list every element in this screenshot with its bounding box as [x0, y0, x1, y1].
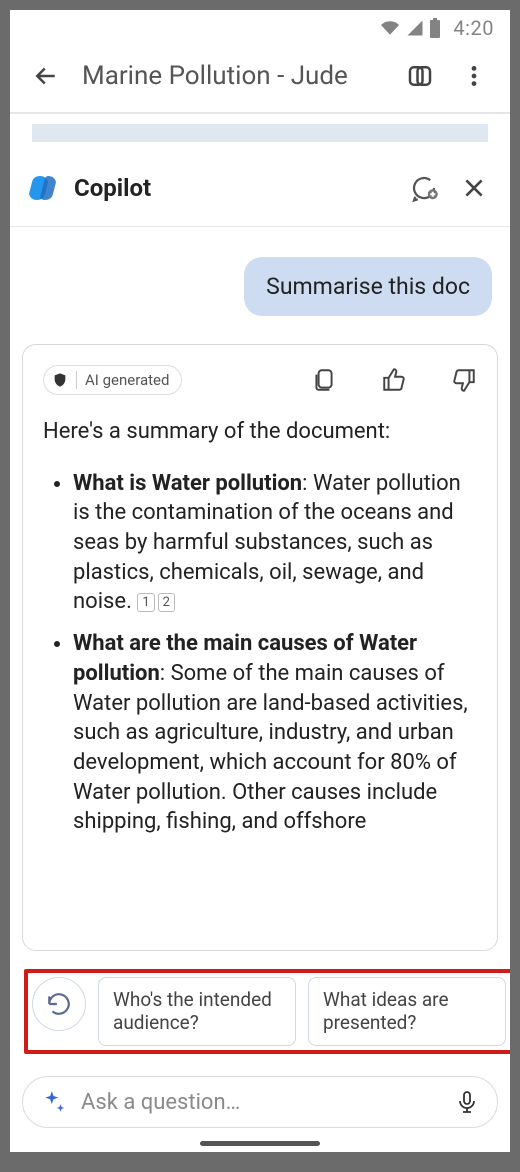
new-chat-button[interactable] — [406, 170, 442, 206]
list-item: What is Water pollution: Water pollution… — [73, 469, 477, 617]
citation-ref[interactable]: 2 — [158, 593, 175, 613]
thumbs-down-icon[interactable] — [451, 367, 477, 393]
copilot-nav-icon[interactable] — [402, 58, 438, 94]
overflow-menu-button[interactable] — [456, 58, 492, 94]
back-button[interactable] — [28, 58, 64, 94]
suggestions-highlight: Who's the intended audience? What ideas … — [24, 969, 510, 1055]
divider — [10, 112, 510, 114]
suggestion-chip-audience[interactable]: Who's the intended audience? — [98, 977, 296, 1047]
copilot-logo-icon — [28, 172, 60, 204]
battery-icon — [429, 18, 441, 38]
ai-badge-label: AI generated — [85, 371, 169, 389]
close-button[interactable] — [456, 170, 492, 206]
suggestion-chip-ideas[interactable]: What ideas are presented? — [308, 977, 506, 1047]
chat-input-placeholder: Ask a question… — [81, 1090, 441, 1115]
copilot-title: Copilot — [74, 174, 392, 202]
user-message-bubble: Summarise this doc — [244, 257, 492, 316]
cell-signal-icon — [405, 19, 425, 37]
thumbs-up-icon[interactable] — [381, 367, 407, 393]
shield-icon — [52, 372, 68, 388]
wifi-icon — [379, 19, 401, 37]
copilot-response-card: AI generated Here's a summary of the doc… — [22, 344, 498, 951]
list-item: What are the main causes of Water pollut… — [73, 629, 477, 837]
document-preview-strip — [32, 124, 488, 142]
clock: 4:20 — [453, 16, 494, 40]
refresh-suggestions-button[interactable] — [32, 977, 86, 1031]
copilot-panel-header: Copilot — [10, 142, 510, 226]
android-status-bar: 4:20 — [10, 10, 510, 42]
ai-generated-badge[interactable]: AI generated — [43, 365, 182, 395]
microphone-icon[interactable] — [455, 1090, 479, 1114]
app-nav-bar: Marine Pollution - Jude — [10, 42, 510, 112]
citation-ref[interactable]: 1 — [137, 593, 154, 613]
android-home-handle[interactable] — [200, 1141, 320, 1146]
sparkle-icon — [41, 1089, 67, 1115]
chat-input-bar[interactable]: Ask a question… — [22, 1076, 498, 1128]
document-title: Marine Pollution - Jude — [82, 61, 384, 91]
response-intro: Here's a summary of the document: — [43, 417, 477, 447]
copy-icon[interactable] — [311, 367, 337, 393]
response-body: Here's a summary of the document: What i… — [43, 417, 477, 849]
